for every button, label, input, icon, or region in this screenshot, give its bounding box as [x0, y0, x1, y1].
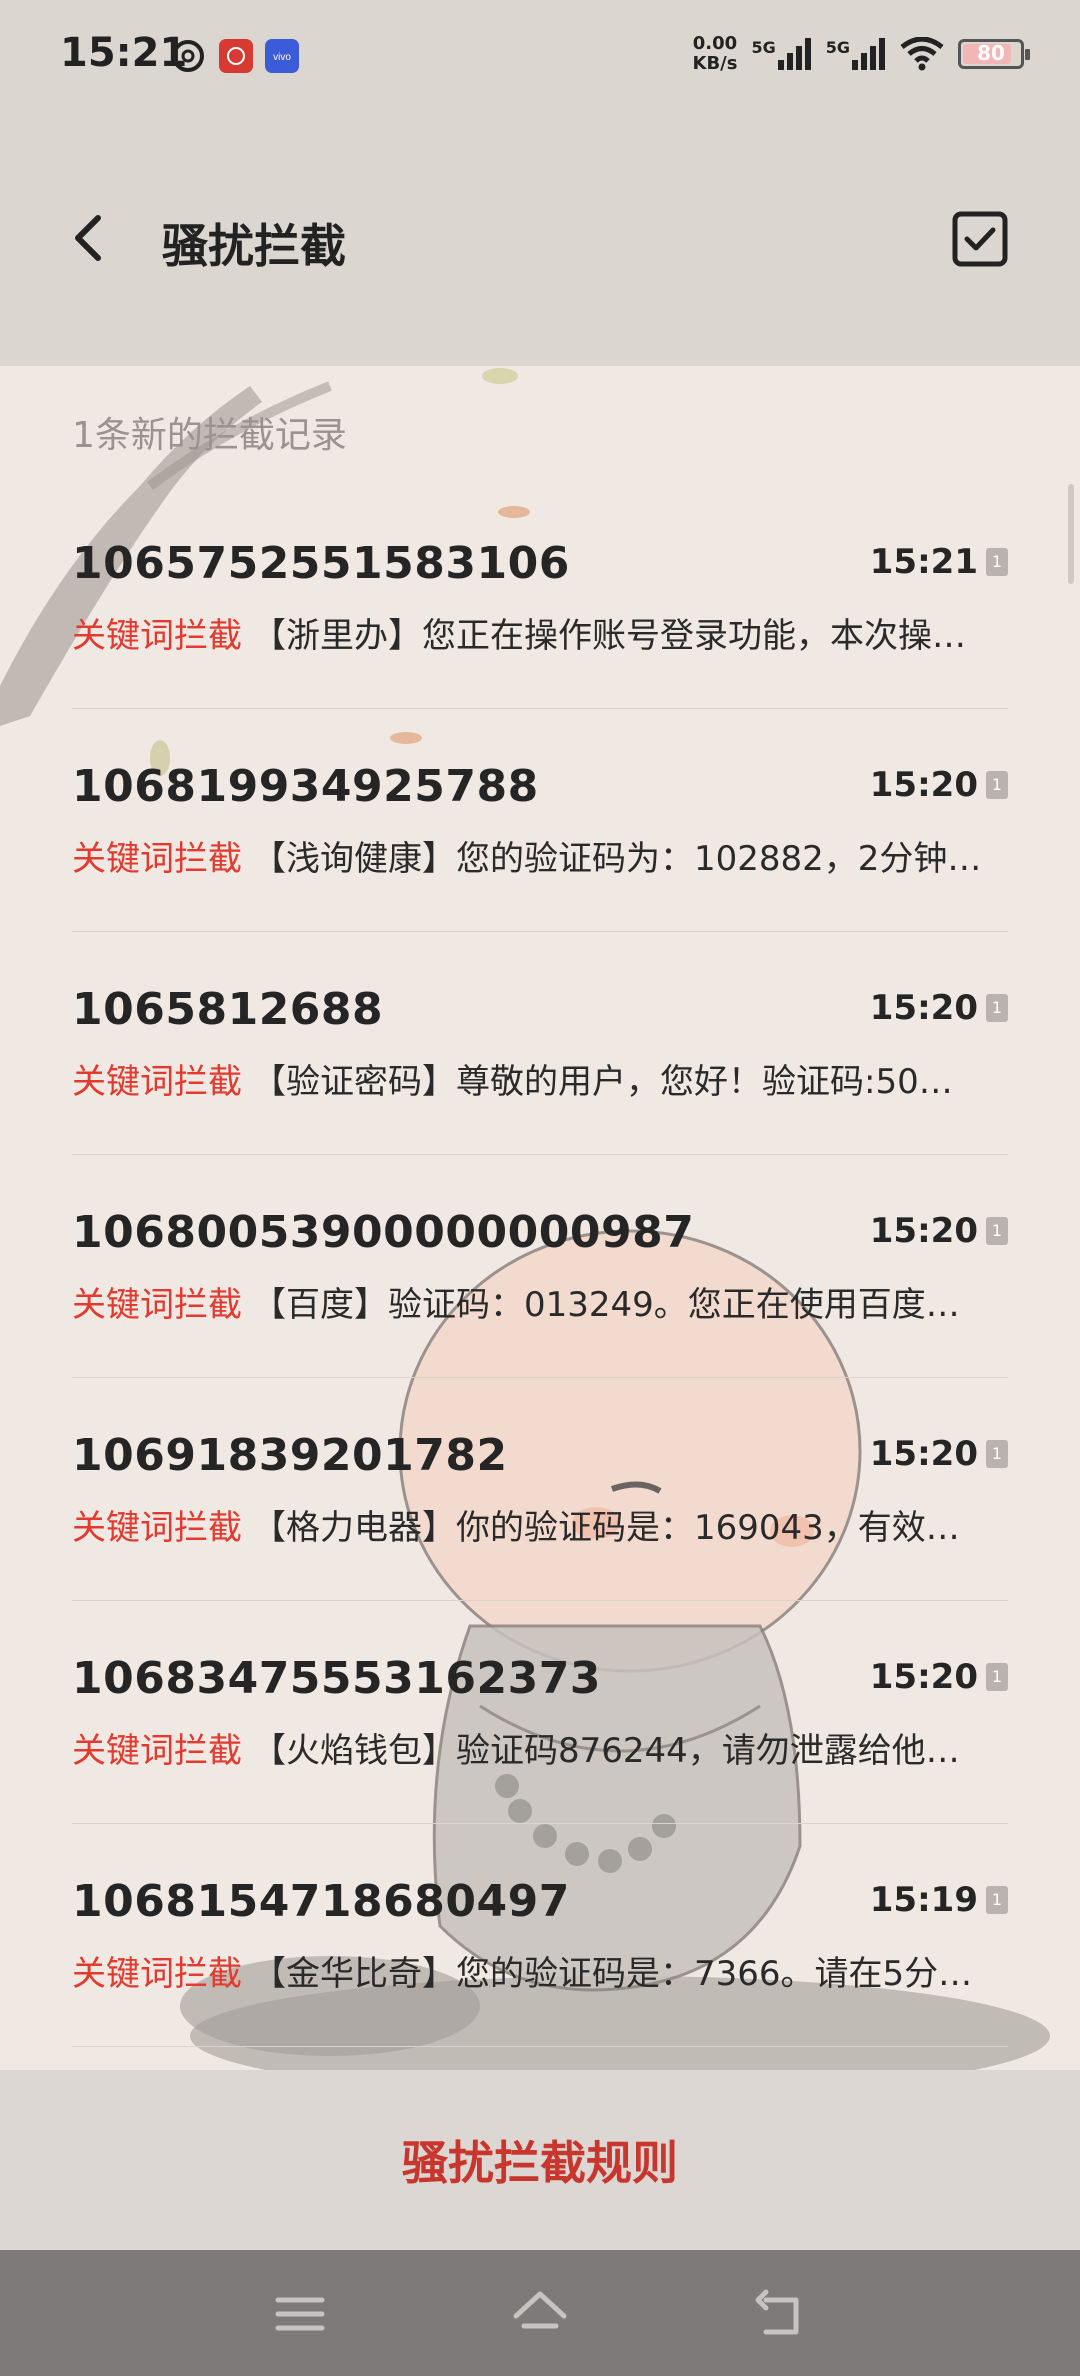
sim-card-icon: 1	[986, 771, 1008, 799]
block-reason-tag: 关键词拦截	[72, 616, 242, 656]
sim1-5g-label: 5G	[751, 38, 776, 57]
harassment-rules-button[interactable]: 骚扰拦截规则	[402, 2127, 678, 2193]
sender-number: 1065812688	[72, 984, 384, 1035]
message-line: 关键词拦截 【浙里办】您正在操作账号登录功能，本次操…	[72, 608, 1008, 657]
vivo-icon: vivo	[265, 39, 299, 73]
message-time: 15:19	[869, 1880, 978, 1920]
message-row[interactable]: 10691839201782 15:20 1 关键词拦截 【格力电器】你的验证码是…	[72, 1378, 1008, 1601]
message-time: 15:20	[869, 1434, 978, 1474]
signal-icon	[777, 38, 811, 70]
sim1-signal: 5G	[751, 38, 811, 70]
message-row[interactable]: 1065812688 15:20 1 关键词拦截 【验证密码】尊敬的用户，您好！验…	[72, 932, 1008, 1155]
back-nav-icon[interactable]	[752, 2286, 808, 2342]
message-preview: 【金华比奇】您的验证码是：7366。请在5分…	[252, 1954, 973, 1994]
block-reason-tag: 关键词拦截	[72, 1508, 242, 1548]
sender-number: 10691839201782	[72, 1430, 508, 1481]
status-bar: 15:21 vivo 0.00 KB/s 5G 5G 80	[0, 0, 1080, 118]
message-row[interactable]: 10683475553162373 15:20 1 关键词拦截 【火焰钱包】验证码…	[72, 1601, 1008, 1824]
message-line: 关键词拦截 【金华比奇】您的验证码是：7366。请在5分…	[72, 1946, 1008, 1995]
block-reason-tag: 关键词拦截	[72, 1954, 242, 1994]
block-reason-tag: 关键词拦截	[72, 1062, 242, 1102]
message-preview: 【浅询健康】您的验证码为：102882，2分钟…	[252, 839, 982, 879]
sim-card-icon: 1	[986, 1663, 1008, 1691]
menu-icon[interactable]	[272, 2286, 328, 2342]
network-speed-value: 0.00	[692, 33, 738, 54]
sender-number: 1068154718680497	[72, 1876, 570, 1927]
block-reason-tag: 关键词拦截	[72, 839, 242, 879]
sim-card-icon: 1	[986, 1217, 1008, 1245]
message-line: 关键词拦截 【验证密码】尊敬的用户，您好！验证码:50…	[72, 1054, 1008, 1103]
message-row[interactable]: 1068154718680497 15:19 1 关键词拦截 【金华比奇】您的验证…	[72, 1824, 1008, 2047]
home-icon[interactable]	[512, 2286, 568, 2342]
sender-number: 1065752551583106	[72, 538, 570, 589]
page-title: 骚扰拦截	[162, 219, 346, 273]
battery-text: 80	[977, 41, 1005, 65]
bottom-action-bar: 骚扰拦截规则	[0, 2070, 1080, 2250]
message-preview: 【火焰钱包】验证码876244，请勿泄露给他…	[252, 1731, 960, 1771]
message-time: 15:20	[869, 1211, 978, 1251]
message-time: 15:20	[869, 988, 978, 1028]
svg-text:vivo: vivo	[273, 52, 291, 63]
message-preview: 【验证密码】尊敬的用户，您好！验证码:50…	[252, 1062, 953, 1102]
message-line: 关键词拦截 【火焰钱包】验证码876244，请勿泄露给他…	[72, 1723, 1008, 1772]
netease-music-icon	[172, 40, 204, 72]
sim-card-icon: 1	[986, 1886, 1008, 1914]
scrollbar-thumb[interactable]	[1068, 484, 1074, 584]
network-speed: 0.00 KB/s	[693, 34, 738, 74]
sender-number: 10680053900000000987	[72, 1207, 695, 1258]
blocked-message-list: 1065752551583106 15:21 1 关键词拦截 【浙里办】您正在操作…	[72, 486, 1008, 2047]
message-line: 关键词拦截 【浅询健康】您的验证码为：102882，2分钟…	[72, 831, 1008, 880]
network-speed-unit: KB/s	[692, 53, 738, 74]
message-time: 15:20	[869, 1657, 978, 1697]
message-row[interactable]: 106819934925788 15:20 1 关键词拦截 【浅询健康】您的验证码…	[72, 709, 1008, 932]
sim-card-icon: 1	[986, 548, 1008, 576]
message-line: 关键词拦截 【百度】验证码：013249。您正在使用百度…	[72, 1277, 1008, 1326]
new-records-label: 1条新的拦截记录	[72, 415, 347, 456]
app-header: 骚扰拦截	[0, 118, 1080, 366]
message-preview: 【百度】验证码：013249。您正在使用百度…	[252, 1285, 960, 1325]
message-line: 关键词拦截 【格力电器】你的验证码是：169043，有效…	[72, 1500, 1008, 1549]
sender-number: 106819934925788	[72, 761, 539, 812]
battery-icon: 80	[958, 39, 1030, 69]
system-nav-bar	[0, 2250, 1080, 2376]
block-reason-tag: 关键词拦截	[72, 1731, 242, 1771]
sim2-5g-label: 5G	[825, 38, 850, 57]
battery-tip	[1025, 49, 1030, 60]
message-row[interactable]: 1065752551583106 15:21 1 关键词拦截 【浙里办】您正在操作…	[72, 486, 1008, 709]
sim-card-icon: 1	[986, 994, 1008, 1022]
signal-icon	[852, 38, 885, 70]
sender-number: 10683475553162373	[72, 1653, 601, 1704]
wifi-icon	[900, 37, 944, 71]
status-right: 0.00 KB/s 5G 5G 80	[693, 34, 1030, 74]
block-reason-tag: 关键词拦截	[72, 1285, 242, 1325]
message-preview: 【格力电器】你的验证码是：169043，有效…	[252, 1508, 960, 1548]
message-preview: 【浙里办】您正在操作账号登录功能，本次操…	[252, 616, 966, 656]
message-time: 15:20	[869, 765, 978, 805]
status-time: 15:21	[60, 30, 188, 76]
sim2-signal: 5G	[826, 38, 886, 70]
message-list-area[interactable]: 1条新的拦截记录 1065752551583106 15:21 1 关键词拦截【…	[0, 366, 1080, 2070]
message-row[interactable]: 10680053900000000987 15:20 1 关键词拦截 【百度】验证…	[72, 1155, 1008, 1378]
select-all-checkbox-icon[interactable]	[952, 211, 1008, 267]
message-time: 15:21	[869, 542, 978, 582]
app-red-icon	[219, 39, 253, 73]
back-arrow-icon[interactable]	[60, 208, 120, 268]
sim-card-icon: 1	[986, 1440, 1008, 1468]
